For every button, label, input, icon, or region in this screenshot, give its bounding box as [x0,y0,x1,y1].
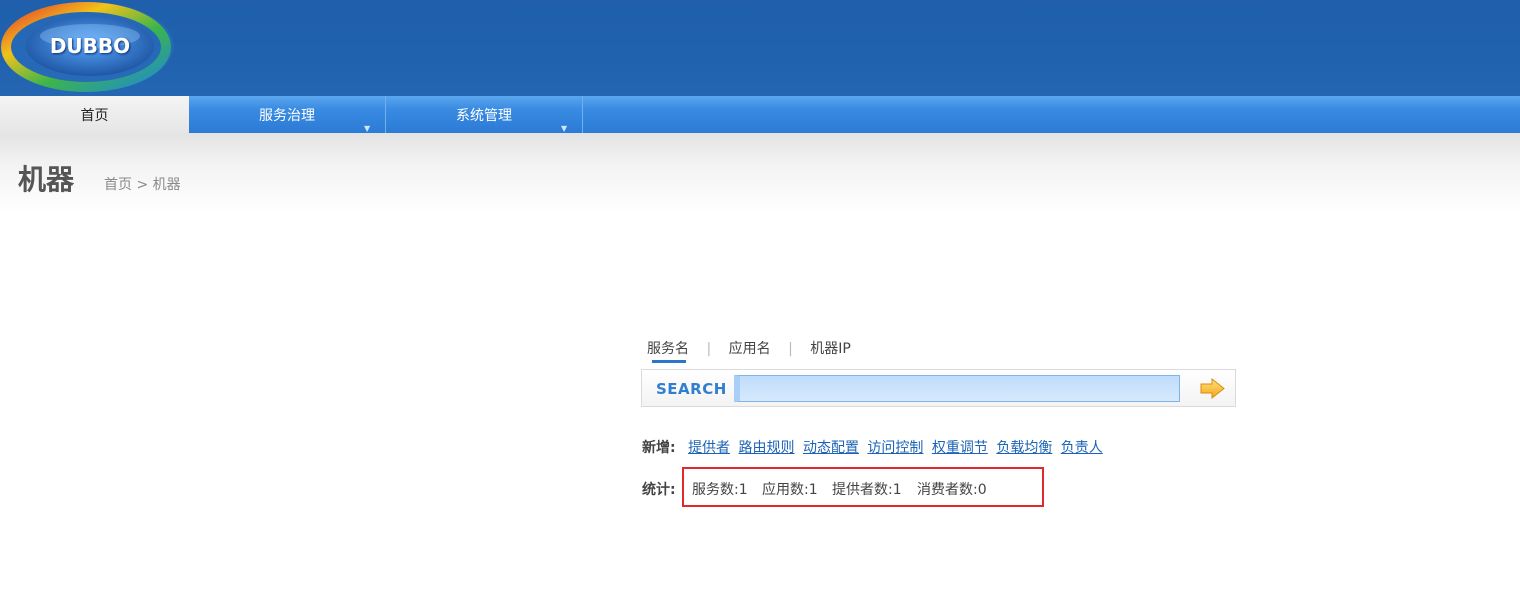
stat-service-count: 服务数:1 [692,482,748,498]
nav-item-label: 系统管理 [456,108,512,124]
add-links-row: 新增: 提供者 路由规则 动态配置 访问控制 权重调节 负载均衡 负责人 [642,437,1107,457]
arrow-right-icon [1200,377,1225,400]
add-route-rule-link[interactable]: 路由规则 [739,440,795,456]
active-tab-indicator [652,360,686,363]
add-access-control-link[interactable]: 访问控制 [867,440,923,456]
tab-machine-ip[interactable]: 机器IP [810,338,851,358]
add-owner-link[interactable]: 负责人 [1061,440,1103,456]
add-provider-link[interactable]: 提供者 [688,440,730,456]
tab-service-name[interactable]: 服务名 [647,338,689,358]
nav-item-service-governance[interactable]: 服务治理 ▼ [189,96,386,133]
add-weight-adjust-link[interactable]: 权重调节 [932,440,988,456]
dubbo-logo[interactable]: DUBBO [0,0,180,96]
stat-app-count: 应用数:1 [762,482,818,498]
add-label: 新增: [642,440,676,456]
search-label: SEARCH [656,380,727,398]
stat-provider-count: 提供者数:1 [832,482,902,498]
header: DUBBO [0,0,1520,96]
add-load-balance-link[interactable]: 负载均衡 [996,440,1052,456]
title-band [0,133,1520,213]
nav-item-home[interactable]: 首页 [0,96,189,133]
add-dynamic-config-link[interactable]: 动态配置 [803,440,859,456]
breadcrumb: 首页 > 机器 [104,177,181,193]
stats-label: 统计: [642,482,676,498]
main-nav: 首页 服务治理 ▼ 系统管理 ▼ [0,96,1520,133]
search-tabs: 服务名 | 应用名 | 机器IP [647,338,851,358]
page-title: 机器 [18,163,75,196]
nav-item-label: 服务治理 [259,108,315,124]
logo-text: DUBBO [49,34,131,58]
nav-item-system-management[interactable]: 系统管理 ▼ [386,96,583,133]
stat-consumer-count: 消费者数:0 [917,482,987,498]
tab-app-name[interactable]: 应用名 [729,338,771,358]
tab-separator: | [788,341,793,357]
search-input[interactable] [734,375,1180,402]
search-bar: SEARCH [641,369,1236,407]
nav-item-label: 首页 [80,108,109,124]
stats-row: 统计: [642,479,676,499]
tab-separator: | [706,341,712,357]
search-submit-button[interactable] [1198,376,1228,401]
